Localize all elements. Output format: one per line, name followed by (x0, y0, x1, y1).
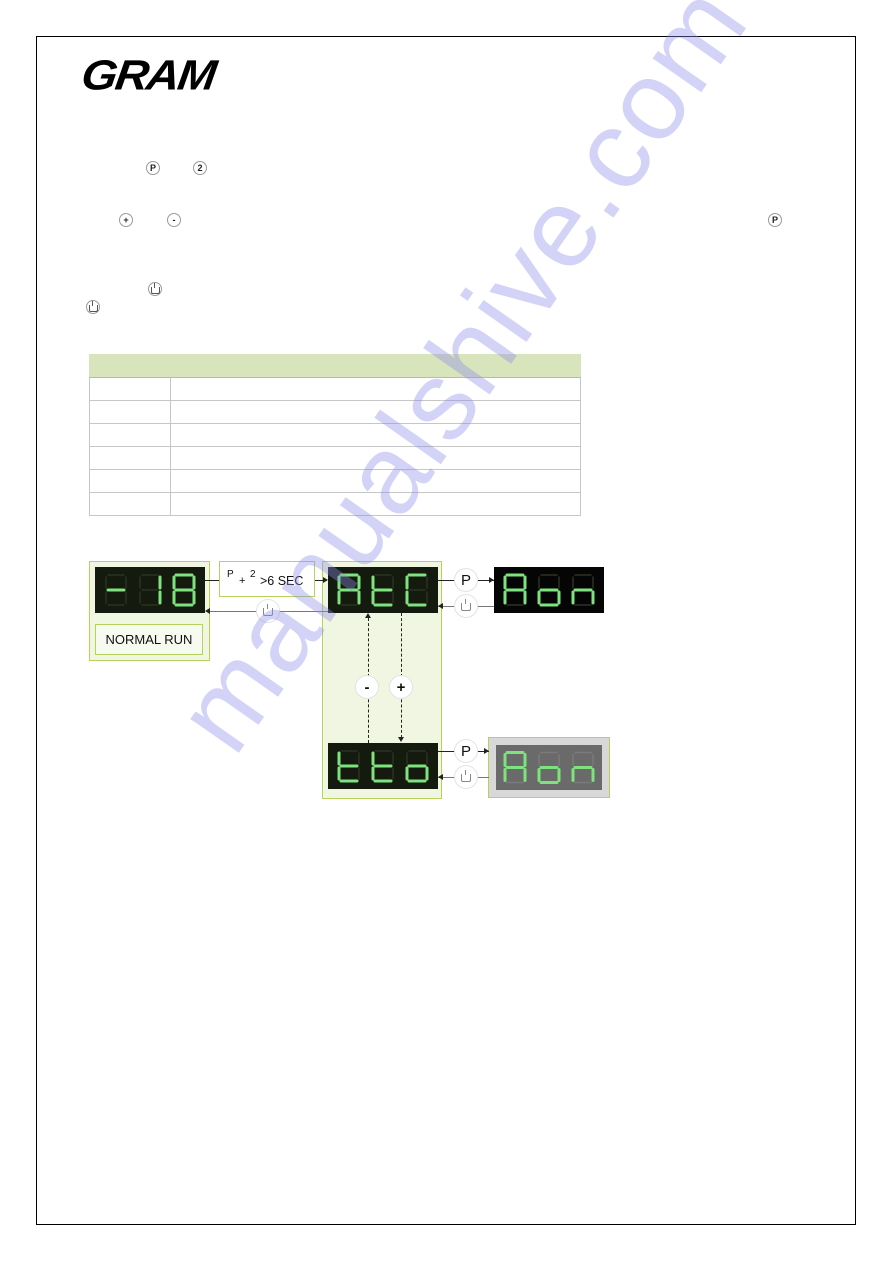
plus-sign: + (239, 575, 246, 587)
p-key-icon: P (768, 213, 782, 227)
digit-o (405, 750, 429, 783)
power-button[interactable] (256, 599, 280, 623)
arrow-right-icon (489, 577, 494, 583)
table-header-row (89, 354, 581, 378)
digit-o (537, 751, 561, 784)
p-key-label: P (227, 569, 234, 580)
tto-display (328, 743, 438, 789)
digit-1 (139, 574, 162, 606)
digit-C (405, 573, 428, 607)
atc-value-display (494, 567, 604, 613)
arrow-left-icon (438, 603, 443, 609)
seven-segment-digits (105, 573, 196, 607)
arrow-up-icon (365, 613, 371, 618)
table-cell (89, 469, 171, 493)
power-icon (461, 770, 471, 782)
digit-o (537, 574, 561, 607)
arrow-right-icon (323, 577, 328, 583)
table-row (89, 446, 581, 470)
table-row (89, 400, 581, 424)
p-key-icon: P (146, 161, 160, 175)
power-key-icon (148, 282, 162, 296)
table-cell (170, 469, 581, 493)
arrow-down-icon (398, 737, 404, 742)
table-cell (170, 492, 581, 516)
digit-8 (172, 573, 196, 607)
arrow-left-icon (205, 608, 210, 614)
digit-t (337, 750, 360, 783)
power-key-icon (86, 300, 100, 314)
plus-key-icon: + (119, 213, 133, 227)
connector-line (205, 580, 219, 581)
plus-button[interactable]: + (389, 675, 413, 699)
power-icon (263, 604, 273, 616)
table-row (89, 377, 581, 401)
digit-A (337, 573, 361, 606)
key-2-icon: 2 (193, 161, 207, 175)
logo-text: GRAM (78, 51, 218, 99)
digit-A (503, 573, 527, 606)
hold-duration: >6 SEC (260, 574, 304, 588)
p-button[interactable]: P (454, 739, 478, 763)
table-row (89, 469, 581, 493)
plus-label: + (396, 678, 406, 696)
table-cell (89, 446, 171, 470)
power-button[interactable] (454, 765, 478, 789)
digit-n (571, 751, 595, 784)
table-cell (89, 492, 171, 516)
parameter-table (89, 354, 581, 516)
digit-t (371, 750, 394, 783)
table-cell (89, 377, 171, 401)
table-row (89, 423, 581, 447)
table-cell (89, 423, 171, 447)
atc-display (328, 567, 438, 613)
minus-label: - (364, 678, 370, 696)
seven-segment-digits (503, 573, 595, 607)
digit-n (571, 574, 595, 606)
connector-line (315, 580, 323, 581)
normal-run-label: NORMAL RUN (95, 624, 203, 655)
key-2-label: 2 (250, 569, 256, 580)
minus-key-icon: - (167, 213, 181, 227)
digit-A (503, 751, 527, 784)
table-cell (170, 377, 581, 401)
minus-button[interactable]: - (355, 675, 379, 699)
header-cell (170, 354, 581, 378)
table-cell (170, 446, 581, 470)
arrow-right-icon (484, 748, 489, 754)
seven-segment-digits (503, 751, 595, 784)
p-button[interactable]: P (454, 568, 478, 592)
p-label: P (460, 571, 471, 589)
table-cell (170, 423, 581, 447)
p-plus-2-combo-button[interactable]: P + 2 >6 SEC (219, 561, 315, 597)
power-icon (461, 599, 471, 611)
power-button[interactable] (454, 594, 478, 618)
arrow-left-icon (438, 774, 443, 780)
digit-t (371, 574, 394, 607)
tto-value-display (489, 738, 609, 797)
table-cell (89, 400, 171, 424)
seven-segment-digits (337, 573, 428, 607)
gram-logo: GRAM (78, 51, 268, 99)
digit-- (105, 574, 127, 606)
seven-segment-digits (337, 750, 429, 783)
normal-run-display (95, 567, 205, 613)
p-label: P (460, 742, 471, 760)
header-cell (89, 354, 171, 378)
table-row (89, 492, 581, 516)
table-cell (170, 400, 581, 424)
